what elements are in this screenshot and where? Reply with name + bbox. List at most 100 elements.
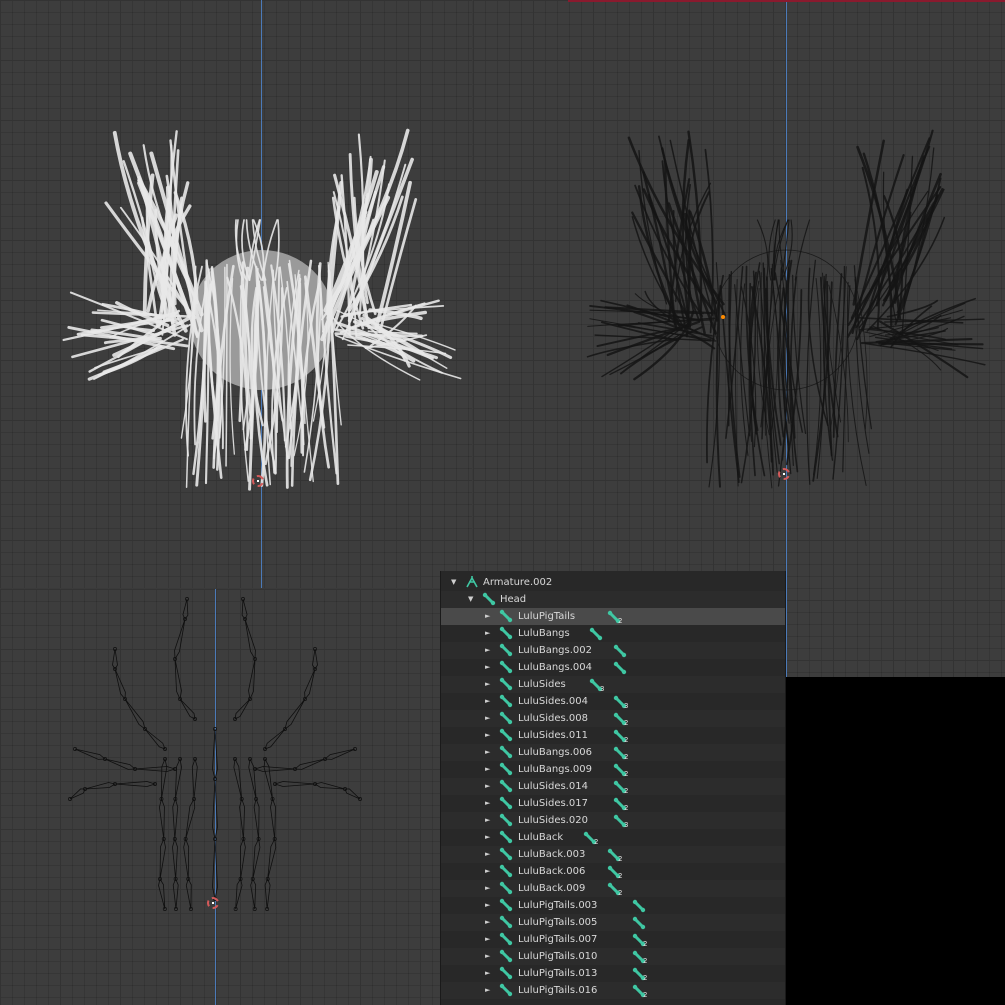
expand-triangle-icon[interactable]: ► [485, 710, 490, 727]
outliner-row-bone[interactable]: ► LuluSides 3 [441, 676, 785, 693]
child-bones-count[interactable]: 2 [632, 966, 654, 982]
outliner-row-bone[interactable]: ► LuluBangs [441, 625, 785, 642]
outliner-row-bone[interactable]: ► LuluPigTails.016 2 [441, 982, 785, 999]
outliner-row-bone[interactable]: ► LuluSides.008 2 [441, 710, 785, 727]
expand-triangle-icon[interactable]: ► [485, 659, 490, 676]
outliner-item-label: LuluPigTails.003 [518, 900, 598, 911]
outliner-item-label: LuluSides [518, 679, 566, 690]
expand-triangle-icon[interactable]: ► [485, 761, 490, 778]
child-bones-count[interactable]: 2 [613, 745, 635, 761]
expand-triangle-icon[interactable]: ► [485, 897, 490, 914]
expand-triangle-icon[interactable]: ► [485, 863, 490, 880]
outliner-row-bone[interactable]: ► LuluPigTails 2 [441, 608, 785, 625]
child-bones-count[interactable] [613, 660, 635, 675]
expand-triangle-icon[interactable]: ► [485, 795, 490, 812]
expand-triangle-icon[interactable]: ► [485, 676, 490, 693]
expand-triangle-icon[interactable]: ► [485, 625, 490, 642]
expand-triangle-icon[interactable]: ► [485, 846, 490, 863]
expand-triangle-icon[interactable]: ► [485, 931, 490, 948]
outliner-row-bone[interactable]: ► LuluBack.009 2 [441, 880, 785, 897]
child-bones-count[interactable] [589, 626, 611, 641]
expand-triangle-icon[interactable]: ▼ [468, 591, 473, 608]
outliner-item-label: LuluSides.011 [518, 730, 588, 741]
bone-icon [499, 626, 513, 640]
3d-cursor-icon[interactable] [207, 897, 219, 909]
bone-icon [613, 644, 627, 658]
child-bones-count[interactable]: 2 [632, 949, 654, 965]
outliner-item-label: LuluSides.014 [518, 781, 588, 792]
outliner-item-label: LuluBangs [518, 628, 570, 639]
child-bones-count[interactable] [632, 898, 654, 913]
child-bones-count[interactable]: 3 [613, 813, 635, 829]
expand-triangle-icon[interactable]: ► [485, 965, 490, 982]
bone-icon [499, 694, 513, 708]
outliner-row-bone[interactable]: ► LuluSides.017 2 [441, 795, 785, 812]
expand-triangle-icon[interactable]: ► [485, 778, 490, 795]
outliner-item-label: LuluBack.006 [518, 866, 586, 877]
expand-triangle-icon[interactable]: ► [485, 693, 490, 710]
outliner-row-bone[interactable]: ► LuluPigTails.010 2 [441, 948, 785, 965]
child-bones-count[interactable]: 2 [607, 864, 629, 880]
child-bones-count[interactable]: 2 [632, 932, 654, 948]
outliner-panel[interactable]: ▼ Armature.002 ▼ Head ► LuluPigTails 2 ► Lul… [440, 571, 786, 1005]
outliner-row-bone[interactable]: ► LuluBangs.009 2 [441, 761, 785, 778]
outliner-row-bone[interactable]: ► LuluPigTails.007 2 [441, 931, 785, 948]
outliner-row-bone[interactable]: ► LuluBack.006 2 [441, 863, 785, 880]
child-bones-count[interactable]: 3 [589, 677, 611, 693]
child-bones-count[interactable]: 2 [607, 609, 629, 625]
expand-triangle-icon[interactable]: ► [485, 880, 490, 897]
outliner-row-bone[interactable]: ► LuluPigTails.013 2 [441, 965, 785, 982]
3d-cursor-icon[interactable] [252, 475, 264, 487]
child-bones-count[interactable]: 2 [607, 881, 629, 897]
bone-icon [482, 592, 496, 606]
expand-triangle-icon[interactable]: ► [485, 914, 490, 931]
outliner-row-bone[interactable]: ► LuluSides.020 3 [441, 812, 785, 829]
expand-triangle-icon[interactable]: ► [485, 829, 490, 846]
bone-icon [499, 711, 513, 725]
child-bones-count[interactable]: 2 [632, 983, 654, 999]
outliner-row-bone[interactable]: ► LuluSides.004 3 [441, 693, 785, 710]
child-bones-count[interactable] [613, 643, 635, 658]
outliner-row-bone[interactable]: ► LuluBack 2 [441, 829, 785, 846]
outliner-row-bone[interactable]: ► LuluBangs.002 [441, 642, 785, 659]
bone-icon [499, 830, 513, 844]
expand-triangle-icon[interactable]: ► [485, 812, 490, 829]
bone-icon [499, 796, 513, 810]
expand-triangle-icon[interactable]: ▼ [451, 574, 456, 591]
expand-triangle-icon[interactable]: ► [485, 727, 490, 744]
outliner-row-bone[interactable]: ► LuluPigTails.005 [441, 914, 785, 931]
outliner-row-bone[interactable]: ► LuluPigTails.003 [441, 897, 785, 914]
child-bones-count[interactable]: 2 [583, 830, 605, 846]
bone-icon [632, 899, 646, 913]
viewport-solid[interactable] [0, 0, 472, 588]
outliner-row-head[interactable]: ▼ Head [441, 591, 785, 608]
bone-icon [499, 677, 513, 691]
child-bones-count[interactable]: 2 [613, 779, 635, 795]
expand-triangle-icon[interactable]: ► [485, 948, 490, 965]
child-bones-count[interactable]: 2 [613, 796, 635, 812]
outliner-row-bone[interactable]: ► LuluBack.003 2 [441, 846, 785, 863]
outliner-item-label: LuluSides.017 [518, 798, 588, 809]
child-bones-count[interactable]: 2 [613, 762, 635, 778]
expand-triangle-icon[interactable]: ► [485, 608, 490, 625]
child-bones-count[interactable]: 2 [613, 711, 635, 727]
child-bones-count[interactable] [632, 915, 654, 930]
3d-cursor-icon[interactable] [778, 468, 790, 480]
outliner-row-bone[interactable]: ► LuluBangs.004 [441, 659, 785, 676]
outliner-row-bone[interactable]: ► LuluSides.014 2 [441, 778, 785, 795]
outliner-row-armature[interactable]: ▼ Armature.002 [441, 574, 785, 591]
outliner-item-label: LuluBack.009 [518, 883, 586, 894]
outliner-item-label: LuluBangs.004 [518, 662, 592, 673]
bone-icon [589, 627, 603, 641]
viewport-armature[interactable] [0, 589, 440, 1005]
outliner-row-bone[interactable]: ► LuluSides.011 2 [441, 727, 785, 744]
child-bones-count[interactable]: 3 [613, 694, 635, 710]
expand-triangle-icon[interactable]: ► [485, 642, 490, 659]
bone-icon [499, 932, 513, 946]
expand-triangle-icon[interactable]: ► [485, 744, 490, 761]
outliner-row-bone[interactable]: ► LuluBangs.006 2 [441, 744, 785, 761]
expand-triangle-icon[interactable]: ► [485, 982, 490, 999]
child-bones-count[interactable]: 2 [613, 728, 635, 744]
outliner-item-label: LuluBack.003 [518, 849, 586, 860]
child-bones-count[interactable]: 2 [607, 847, 629, 863]
